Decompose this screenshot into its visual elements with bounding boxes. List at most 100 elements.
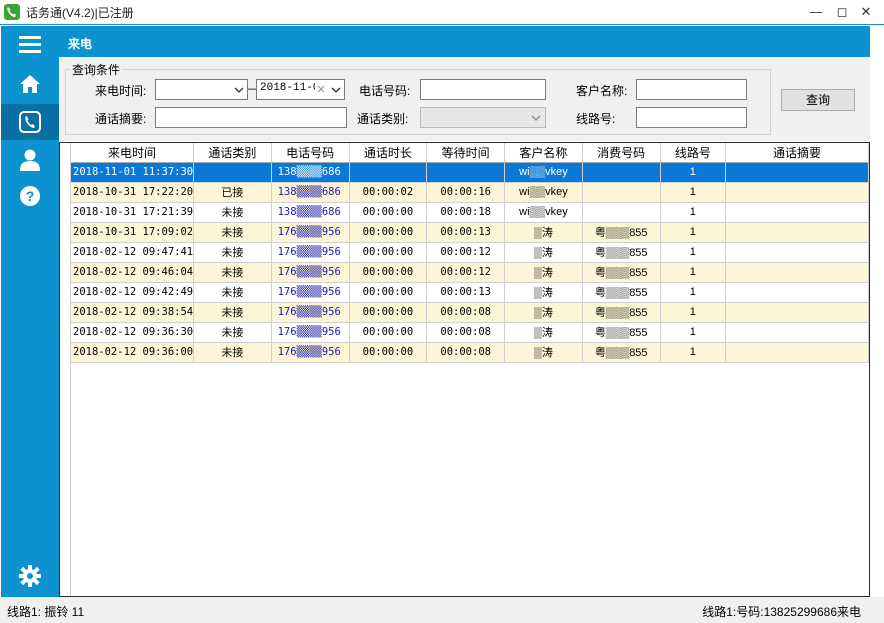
cell-line: 1 <box>660 282 727 303</box>
cell-wait <box>426 162 506 183</box>
call-grid: 来电时间 通话类别 电话号码 通话时长 等待时间 客户名称 消费号码 线路号 通话摘要 2018… <box>71 143 869 363</box>
user-icon[interactable] <box>1 142 59 178</box>
column-header[interactable]: 来电时间 <box>71 143 195 163</box>
summary-label: 通话摘要: <box>95 112 147 126</box>
cell-time: 2018-02-12 09:36:00 <box>71 342 195 363</box>
cell-consume: 粤▒▒▒855 <box>582 262 661 283</box>
cell-summary <box>725 262 869 283</box>
table-row[interactable]: 2018-02-12 09:42:49 未接 176▒▒▒▒956 00:00:00 0… <box>71 282 869 303</box>
phone-input[interactable] <box>420 79 546 100</box>
maximize-button[interactable]: ◻ <box>834 4 850 20</box>
table-row[interactable]: 2018-02-12 09:38:54 未接 176▒▒▒▒956 00:00:00 0… <box>71 302 869 323</box>
table-row[interactable]: 2018-10-31 17:09:02 未接 176▒▒▒▒956 00:00:00 0… <box>71 222 869 243</box>
call-type-select[interactable] <box>420 107 546 128</box>
cell-summary <box>725 342 869 363</box>
line-input[interactable] <box>636 107 747 128</box>
cell-time: 2018-10-31 17:22:20 <box>71 182 195 203</box>
cell-consume: 粤▒▒▒855 <box>582 302 661 323</box>
cell-phone: 176▒▒▒▒956 <box>271 342 350 363</box>
cell-line: 1 <box>660 242 727 263</box>
table-row[interactable]: 2018-02-12 09:36:00 未接 176▒▒▒▒956 00:00:00 0… <box>71 342 869 363</box>
minimize-button[interactable]: — <box>808 4 824 20</box>
cell-type: 未接 <box>193 342 272 363</box>
cell-wait: 00:00:08 <box>426 342 506 363</box>
to-date-controls <box>315 79 345 100</box>
cell-consume: 粤▒▒▒855 <box>582 282 661 303</box>
cell-type: 已接 <box>193 182 272 203</box>
summary-input[interactable] <box>155 107 347 128</box>
search-button[interactable]: 查询 <box>781 89 855 111</box>
help-icon[interactable]: ? <box>1 178 59 214</box>
cell-wait: 00:00:13 <box>426 222 506 243</box>
from-date-dropdown-icon[interactable] <box>232 79 248 100</box>
cell-customer: ▒涛 <box>504 302 583 323</box>
cell-consume <box>582 162 661 183</box>
cell-type: 未接 <box>193 202 272 223</box>
window-title: 话务通(V4.2)|已注册 <box>26 6 134 20</box>
cell-customer: ▒涛 <box>504 322 583 343</box>
table-row[interactable]: 2018-10-31 17:22:20 已接 138▒▒▒▒686 00:00:02 0… <box>71 182 869 203</box>
cell-consume <box>582 202 661 223</box>
table-row[interactable]: 2018-11-01 11:37:30 138▒▒▒▒686 wi▒▒vkey 1 <box>71 162 869 183</box>
cell-duration: 00:00:00 <box>349 342 428 363</box>
call-type-label: 通话类别: <box>357 112 409 126</box>
cell-time: 2018-02-12 09:38:54 <box>71 302 195 323</box>
cell-type: 未接 <box>193 242 272 263</box>
cell-time: 2018-02-12 09:42:49 <box>71 282 195 303</box>
cell-time: 2018-02-12 09:36:30 <box>71 322 195 343</box>
cell-summary <box>725 242 869 263</box>
cell-phone: 176▒▒▒▒956 <box>271 242 350 263</box>
cell-phone: 176▒▒▒▒956 <box>271 302 350 323</box>
from-time-label: 来电时间: <box>95 84 147 98</box>
table-row[interactable]: 2018-10-31 17:21:39 未接 138▒▒▒▒686 00:00:00 0… <box>71 202 869 223</box>
cell-duration: 00:00:00 <box>349 282 428 303</box>
column-header[interactable]: 消费号码 <box>582 143 661 163</box>
cell-wait: 00:00:16 <box>426 182 506 203</box>
column-header[interactable]: 通话时长 <box>349 143 428 163</box>
table-row[interactable]: 2018-02-12 09:47:41 未接 176▒▒▒▒956 00:00:00 0… <box>71 242 869 263</box>
cell-line: 1 <box>660 202 727 223</box>
table-header: 来电时间 通话类别 电话号码 通话时长 等待时间 客户名称 消费号码 线路号 通话摘要 <box>71 143 869 163</box>
query-panel: 查询条件 来电时间: — 2018-11-01 电话号码: 客户名称: 通话摘要… <box>59 57 870 141</box>
menu-icon[interactable] <box>1 26 59 62</box>
chevron-down-icon <box>531 115 541 121</box>
line-label: 线路号: <box>576 112 616 126</box>
settings-icon[interactable] <box>1 558 59 594</box>
cell-wait: 00:00:08 <box>426 322 506 343</box>
cell-summary <box>725 222 869 243</box>
table-row[interactable]: 2018-02-12 09:46:04 未接 176▒▒▒▒956 00:00:00 0… <box>71 262 869 283</box>
cell-line: 1 <box>660 162 727 183</box>
cell-line: 1 <box>660 182 727 203</box>
table-row[interactable]: 2018-02-12 09:36:30 未接 176▒▒▒▒956 00:00:00 0… <box>71 322 869 343</box>
cell-line: 1 <box>660 342 727 363</box>
cell-customer: ▒涛 <box>504 222 583 243</box>
cell-summary <box>725 302 869 323</box>
column-header[interactable]: 客户名称 <box>504 143 583 163</box>
cell-phone: 138▒▒▒▒686 <box>271 162 350 183</box>
cell-consume <box>582 182 661 203</box>
column-header[interactable]: 通话摘要 <box>725 143 869 163</box>
customer-input[interactable] <box>636 79 747 100</box>
column-header[interactable]: 电话号码 <box>271 143 350 163</box>
cell-wait: 00:00:13 <box>426 282 506 303</box>
cell-line: 1 <box>660 222 727 243</box>
close-button[interactable]: ✕ <box>858 4 874 20</box>
cell-duration: 00:00:02 <box>349 182 428 203</box>
cell-consume: 粤▒▒▒855 <box>582 342 661 363</box>
cell-summary <box>725 202 869 223</box>
phone-icon[interactable] <box>1 104 59 140</box>
cell-wait: 00:00:12 <box>426 262 506 283</box>
home-icon[interactable] <box>1 66 59 102</box>
column-header[interactable]: 线路号 <box>660 143 727 163</box>
cell-summary <box>725 182 869 203</box>
cell-duration <box>349 162 428 183</box>
cell-duration: 00:00:00 <box>349 202 428 223</box>
column-header[interactable]: 通话类别 <box>193 143 272 163</box>
cell-line: 1 <box>660 262 727 283</box>
cell-line: 1 <box>660 302 727 323</box>
customer-label: 客户名称: <box>576 84 628 98</box>
cell-time: 2018-02-12 09:47:41 <box>71 242 195 263</box>
column-header[interactable]: 等待时间 <box>426 143 506 163</box>
cell-phone: 176▒▒▒▒956 <box>271 222 350 243</box>
status-left: 线路1: 振铃 11 <box>7 605 85 619</box>
